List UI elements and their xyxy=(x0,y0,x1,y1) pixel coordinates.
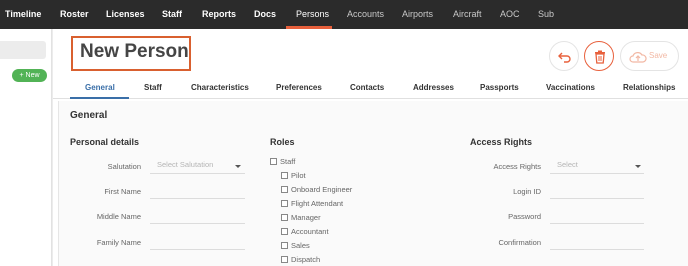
chevron-down-icon xyxy=(635,165,641,168)
role-checkbox-onboard-engineer[interactable]: Onboard Engineer xyxy=(281,185,352,194)
access-rights-title: Access Rights xyxy=(470,137,533,147)
nav-aoc[interactable]: AOC xyxy=(500,0,520,29)
nav-licenses[interactable]: Licenses xyxy=(106,0,145,29)
password-label: Password xyxy=(508,212,541,221)
nav-sub[interactable]: Sub xyxy=(538,0,554,29)
access-rights-placeholder: Select xyxy=(557,160,578,169)
new-button[interactable]: + New xyxy=(12,69,47,82)
nav-roster[interactable]: Roster xyxy=(60,0,89,29)
checkbox-icon xyxy=(270,158,277,165)
login-id-field[interactable] xyxy=(550,183,644,199)
nav-airports[interactable]: Airports xyxy=(402,0,433,29)
checkbox-icon xyxy=(281,200,288,207)
tab-passports[interactable]: Passports xyxy=(480,83,519,92)
nav-staff[interactable]: Staff xyxy=(162,0,182,29)
login-id-label: Login ID xyxy=(513,187,541,196)
sidebar: + New xyxy=(0,29,52,266)
roles-title: Roles xyxy=(270,137,295,147)
personal-details-title: Personal details xyxy=(70,137,140,147)
password-field[interactable] xyxy=(550,208,644,224)
general-panel: General Personal details Salutation Sele… xyxy=(58,101,688,266)
tab-vaccinations[interactable]: Vaccinations xyxy=(546,83,595,92)
checkbox-icon xyxy=(281,186,288,193)
save-button-label: Save xyxy=(649,51,668,60)
role-checkbox-pilot[interactable]: Pilot xyxy=(281,171,306,180)
trash-icon xyxy=(595,50,605,64)
nav-aircraft[interactable]: Aircraft xyxy=(453,0,482,29)
middle-name-label: Middle Name xyxy=(96,212,141,221)
role-checkbox-manager[interactable]: Manager xyxy=(281,213,321,222)
middle-name-field[interactable] xyxy=(150,208,245,224)
family-name-label: Family Name xyxy=(96,238,141,247)
cloud-upload-icon xyxy=(629,52,647,63)
role-label: Onboard Engineer xyxy=(291,185,353,194)
family-name-field[interactable] xyxy=(150,234,245,250)
section-heading: General xyxy=(70,110,108,121)
checkbox-icon xyxy=(281,242,288,249)
top-navigation: Timeline Roster Licenses Staff Reports D… xyxy=(0,0,688,29)
role-label: Staff xyxy=(280,157,296,166)
checkbox-icon xyxy=(281,172,288,179)
tab-contacts[interactable]: Contacts xyxy=(350,83,384,92)
tab-preferences[interactable]: Preferences xyxy=(276,83,322,92)
tab-staff[interactable]: Staff xyxy=(144,83,162,92)
role-label: Sales xyxy=(291,241,310,250)
salutation-label: Salutation xyxy=(107,162,141,171)
save-button[interactable]: Save xyxy=(620,41,679,71)
nav-accounts[interactable]: Accounts xyxy=(347,0,384,29)
tab-addresses[interactable]: Addresses xyxy=(413,83,454,92)
salutation-select[interactable]: Select Salutation xyxy=(150,158,245,174)
nav-docs[interactable]: Docs xyxy=(254,0,276,29)
undo-button[interactable] xyxy=(549,41,579,71)
access-rights-label: Access Rights xyxy=(493,162,541,171)
checkbox-icon xyxy=(281,228,288,235)
delete-button[interactable] xyxy=(584,41,614,71)
main-content: New Person Save General Staff Characteri… xyxy=(53,29,688,266)
checkbox-icon xyxy=(281,256,288,263)
nav-persons[interactable]: Persons xyxy=(296,0,329,29)
tab-bar: General Staff Characteristics Preference… xyxy=(53,77,688,99)
tab-relationships[interactable]: Relationships xyxy=(623,83,675,92)
role-label: Dispatch xyxy=(291,255,321,264)
chevron-down-icon xyxy=(235,165,241,168)
undo-icon xyxy=(558,52,571,63)
role-checkbox-dispatch[interactable]: Dispatch xyxy=(281,255,320,264)
tab-characteristics[interactable]: Characteristics xyxy=(191,83,249,92)
nav-reports[interactable]: Reports xyxy=(202,0,236,29)
salutation-placeholder: Select Salutation xyxy=(157,160,214,169)
plus-icon: + xyxy=(19,72,24,79)
role-label: Manager xyxy=(291,213,321,222)
role-label: Accountant xyxy=(291,227,329,236)
first-name-label: First Name xyxy=(104,187,141,196)
confirmation-label: Confirmation xyxy=(498,238,541,247)
role-label: Flight Attendant xyxy=(291,199,344,208)
tab-general[interactable]: General xyxy=(85,83,115,92)
new-button-label: New xyxy=(25,72,40,79)
role-label: Pilot xyxy=(291,171,306,180)
role-checkbox-sales[interactable]: Sales xyxy=(281,241,310,250)
active-tab-indicator xyxy=(70,97,129,99)
confirmation-field[interactable] xyxy=(550,234,644,250)
role-checkbox-accountant[interactable]: Accountant xyxy=(281,227,329,236)
role-checkbox-staff[interactable]: Staff xyxy=(270,157,295,166)
access-rights-select[interactable]: Select xyxy=(550,158,644,174)
role-checkbox-flight-attendant[interactable]: Flight Attendant xyxy=(281,199,343,208)
checkbox-icon xyxy=(281,214,288,221)
page-title: New Person xyxy=(80,41,189,62)
nav-timeline[interactable]: Timeline xyxy=(5,0,41,29)
first-name-field[interactable] xyxy=(150,183,245,199)
sidebar-search-input[interactable] xyxy=(0,41,46,59)
